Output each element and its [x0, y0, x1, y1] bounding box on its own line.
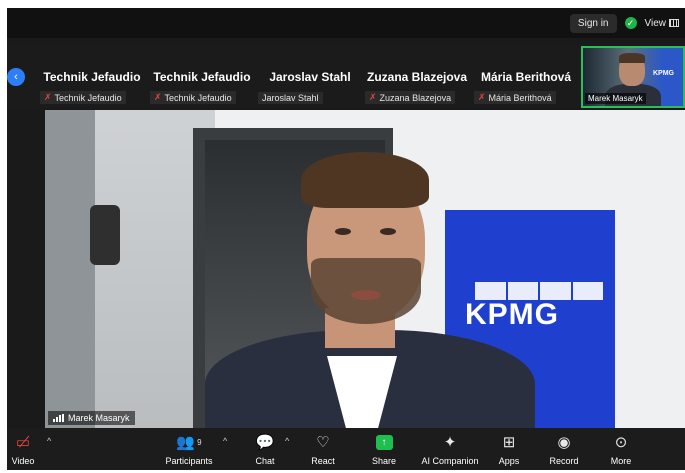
strip-prev-button[interactable]: ‹	[7, 68, 25, 86]
participant-tag: ✗ Mária Berithová	[474, 91, 556, 104]
speaker-hair	[301, 152, 429, 208]
more-ellipsis-icon: ⊙	[614, 434, 628, 451]
grid-view-icon	[669, 19, 679, 27]
participant-tag-label: Technik Jefaudio	[54, 92, 122, 103]
chat-label: Chat	[255, 456, 275, 466]
top-bar: Sign in ✓ View	[7, 8, 685, 38]
more-button[interactable]: ⊙ More	[591, 430, 651, 466]
share-label: Share	[371, 456, 397, 466]
react-heart-icon: ♡	[316, 434, 330, 451]
mic-muted-icon: ✗	[369, 92, 377, 102]
participant-tag-label: Technik Jefaudio	[164, 92, 232, 103]
participant-name: Technik Jefaudio	[43, 70, 141, 84]
participants-label: Participants	[165, 456, 213, 466]
video-camera-fixture	[90, 205, 120, 265]
ai-companion-label: AI Companion	[421, 456, 479, 466]
speaker-mouth	[351, 290, 381, 300]
self-video-tag: Marek Masaryk	[585, 93, 646, 104]
participant-tile[interactable]: Zuzana Blazejova ✗ Zuzana Blazejova	[362, 46, 472, 108]
participant-tile[interactable]: Technik Jefaudio ✗ Technik Jefaudio	[147, 46, 257, 108]
top-bar-controls: Sign in ✓ View	[569, 13, 685, 33]
video-panel	[45, 110, 95, 428]
speaker-name-tag: Marek Masaryk	[48, 411, 135, 425]
share-button[interactable]: ↑ Share	[354, 430, 414, 466]
participants-count: 9	[197, 437, 202, 447]
more-label: More	[610, 456, 632, 466]
view-label: View	[644, 17, 667, 29]
mic-muted-icon: ✗	[478, 92, 486, 102]
participant-tile[interactable]: Mária Berithová ✗ Mária Berithová	[471, 46, 581, 108]
active-speaker-video[interactable]: KPMG Marek Masaryk	[45, 110, 685, 428]
participants-options-chevron-icon[interactable]: ^	[223, 436, 227, 446]
participant-tag: ✗ Zuzana Blazejova	[365, 91, 456, 104]
participant-tag-label: Jaroslav Stahl	[262, 93, 319, 103]
participant-tag: ✗ Technik Jefaudio	[150, 91, 236, 104]
participant-tag: ✗ Technik Jefaudio	[40, 91, 126, 104]
react-label: React	[311, 456, 335, 466]
apps-button[interactable]: ⊞ Apps	[479, 430, 539, 466]
participant-tag-label: Zuzana Blazejova	[379, 92, 452, 103]
participants-button[interactable]: 👥 9 Participants	[159, 430, 219, 466]
participant-name: Jaroslav Stahl	[269, 70, 351, 84]
apps-label: Apps	[498, 456, 520, 466]
participants-icon: 👥 9	[176, 434, 202, 451]
speaker-eye	[380, 228, 396, 235]
self-video-logo: KPMG	[653, 70, 674, 77]
sign-in-button[interactable]: Sign in	[569, 13, 617, 33]
mic-muted-icon: ✗	[154, 92, 162, 102]
participant-name: Technik Jefaudio	[153, 70, 251, 84]
video-off-icon: ▭̸	[15, 434, 31, 451]
zoom-meeting-window: Sign in ✓ View ‹ Technik Jefaudio ✗ Tech…	[7, 8, 685, 470]
view-button[interactable]: View	[644, 17, 679, 29]
record-icon: ◉	[557, 434, 571, 451]
signal-bars-icon	[53, 414, 64, 422]
share-icon: ↑	[375, 430, 393, 454]
participant-tile[interactable]: Jaroslav Stahl Jaroslav Stahl	[255, 46, 365, 108]
meeting-toolbar: ▭̸ Video ^ 👥 9 Participants ^ 💬 Chat ^ ♡ …	[7, 428, 685, 470]
participant-tag-label: Mária Berithová	[488, 92, 552, 103]
participant-tile[interactable]: Technik Jefaudio ✗ Technik Jefaudio	[37, 46, 147, 108]
self-video-tile[interactable]: KPMG Marek Masaryk	[581, 46, 685, 108]
chat-icon: 💬	[255, 434, 275, 451]
self-video-hair	[619, 53, 645, 63]
video-label: Video	[11, 456, 35, 466]
participant-name: Mária Berithová	[480, 70, 572, 84]
speaker-name: Marek Masaryk	[68, 413, 130, 423]
participant-tag: Jaroslav Stahl	[258, 92, 323, 104]
record-button[interactable]: ◉ Record	[534, 430, 594, 466]
ai-companion-button[interactable]: ✦ AI Companion	[420, 430, 480, 466]
participant-name: Zuzana Blazejova	[366, 70, 468, 84]
record-label: Record	[549, 456, 579, 466]
speaker-eye	[335, 228, 351, 235]
kpmg-banner-text: KPMG	[465, 298, 559, 331]
react-button[interactable]: ♡ React	[293, 430, 353, 466]
apps-icon: ⊞	[502, 434, 516, 451]
sparkle-icon: ✦	[443, 434, 457, 451]
chat-options-chevron-icon[interactable]: ^	[285, 436, 289, 446]
mic-muted-icon: ✗	[44, 92, 52, 102]
shield-check-icon[interactable]: ✓	[624, 17, 637, 29]
video-options-chevron-icon[interactable]: ^	[47, 436, 51, 446]
